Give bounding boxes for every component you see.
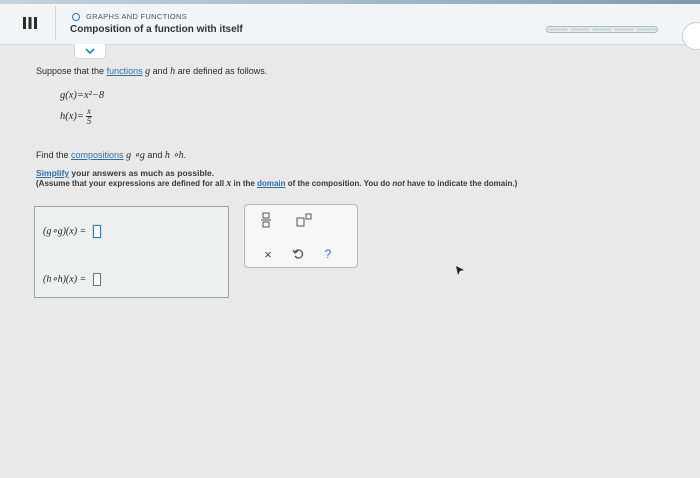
undo-button[interactable] [287,245,309,263]
clear-button[interactable]: × [257,245,279,263]
gg-answer-input[interactable] [93,225,102,238]
progress-bar [546,26,658,33]
functions-link[interactable]: functions [107,66,143,76]
menu-divider [55,6,56,40]
gg-label: (g∘g)(x) = [43,226,87,237]
top-stripe [0,0,700,4]
h-equals: = [76,110,84,122]
mouse-cursor-icon [456,266,464,275]
help-button[interactable]: ? [317,245,339,263]
hh-label: (h∘h)(x) = [43,274,87,285]
simplify-text: Simplify your answers as much as possibl… [36,168,214,178]
lesson-title: Composition of a function with itself [70,24,243,35]
chevron-down-icon [85,48,95,54]
intro-text: Suppose that the functions g and h are d… [36,66,267,77]
assume-end: have to indicate the domain.) [404,179,518,188]
find-period: . [183,150,187,160]
find-and: and [144,150,165,160]
exponent-icon [296,213,312,227]
math-toolbox: × ? [244,204,358,268]
g-lhs: g(x) [60,90,77,101]
top-bar: GRAPHS AND FUNCTIONS Composition of a fu… [0,0,700,50]
hh-answer-input[interactable] [93,273,102,286]
exponent-button[interactable] [293,211,315,229]
g-definition: g(x)=x²−8 [60,90,104,101]
domain-link[interactable]: domain [257,179,285,188]
h-lhs: h(x) [60,110,77,122]
hamburger-icon [23,17,37,29]
find-g-composition: ∘g [133,150,145,161]
h-fraction: x5 [86,107,92,126]
find-prefix: Find the [36,150,72,160]
assume-mid2: of the composition. You do [285,179,393,188]
fraction-icon [261,212,271,228]
topic-row: GRAPHS AND FUNCTIONS [72,12,187,21]
assume-not: not [392,179,405,188]
g-rhs: =x²−8 [76,90,105,101]
answer-row-hh: (h∘h)(x) = [43,273,102,286]
intro-suffix: are defined as follows. [175,66,268,76]
assume-prefix: (Assume that your expressions are define… [36,179,227,188]
assume-mid: in the [231,179,258,188]
intro-prefix: Suppose that the [36,66,107,76]
account-button[interactable] [682,22,700,50]
assume-text: (Assume that your expressions are define… [36,178,517,189]
simplify-link[interactable]: Simplify [36,168,69,178]
collapse-toggle[interactable] [74,44,106,59]
find-text: Find the compositions g ∘g and h ∘h. [36,150,186,161]
simplify-rest: your answers as much as possible. [69,168,215,178]
answer-row-gg: (g∘g)(x) = [43,225,102,238]
find-g: g [126,150,132,161]
find-h-composition: ∘h [172,150,184,161]
find-h: h [164,150,170,161]
topic-label: GRAPHS AND FUNCTIONS [86,12,188,21]
h-definition: h(x)= x 5 [60,107,92,126]
question-area: Suppose that the functions g and h are d… [0,60,700,478]
compositions-link[interactable]: compositions [71,150,124,160]
h-denominator: 5 [86,116,92,126]
fraction-button[interactable] [255,211,277,229]
menu-button[interactable] [12,6,48,40]
undo-icon [292,249,304,259]
topic-circle-icon [72,12,80,21]
intro-and: and [150,66,171,76]
answer-box: (g∘g)(x) = (h∘h)(x) = [34,206,229,298]
